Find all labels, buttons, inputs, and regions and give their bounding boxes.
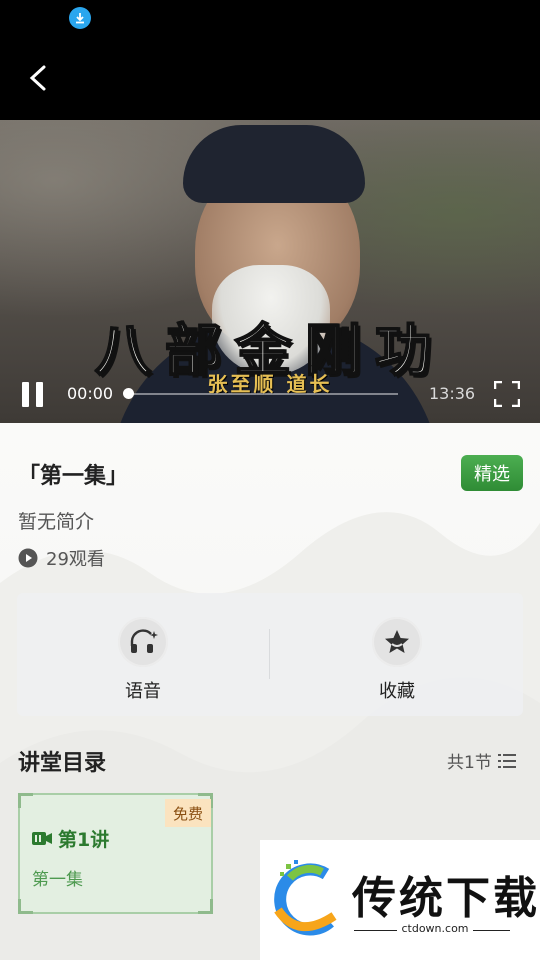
free-badge: 免费 xyxy=(165,799,211,827)
watermark: 传统下载 ctdown.com xyxy=(260,840,540,960)
catalog-count[interactable]: 共1节 xyxy=(447,748,516,773)
favorite-label: 收藏 xyxy=(379,681,415,702)
top-bar xyxy=(0,0,540,120)
favorite-button[interactable]: 收藏 xyxy=(337,617,457,703)
total-time: 13:36 xyxy=(429,384,476,403)
corner-ornament xyxy=(18,793,33,808)
seek-handle[interactable] xyxy=(123,388,134,399)
fullscreen-icon xyxy=(493,380,521,408)
featured-tag: 精选 xyxy=(461,455,523,491)
view-count-text: 29观看 xyxy=(46,549,105,570)
video-camera-icon xyxy=(32,832,52,845)
fullscreen-button[interactable] xyxy=(493,380,521,408)
lesson-card[interactable]: 免费 第1讲 第一集 xyxy=(18,793,213,914)
chevron-left-icon xyxy=(29,65,46,91)
corner-ornament xyxy=(198,899,213,914)
play-circle-icon xyxy=(18,548,38,568)
catalog-title: 讲堂目录 xyxy=(18,751,107,776)
pause-button[interactable] xyxy=(22,382,44,407)
brand-text: 传统下载 xyxy=(352,873,540,924)
audio-label: 语音 xyxy=(125,681,161,702)
view-count: 29观看 xyxy=(18,545,105,571)
video-player[interactable]: 八部金刚功 张至顺 道长 00:00 13:36 xyxy=(0,120,540,423)
lesson-name: 第1讲 xyxy=(32,825,109,852)
pause-icon xyxy=(22,382,29,407)
list-icon xyxy=(497,753,516,768)
audio-button[interactable]: 语音 xyxy=(83,617,203,703)
download-icon[interactable] xyxy=(69,7,91,29)
back-button[interactable] xyxy=(22,60,58,96)
corner-ornament xyxy=(18,899,33,914)
brand-url: ctdown.com xyxy=(260,922,540,935)
action-card: 语音 收藏 xyxy=(17,593,523,716)
star-icon xyxy=(372,617,422,667)
action-divider xyxy=(269,629,270,679)
lesson-subtitle: 第一集 xyxy=(32,870,83,890)
episode-title: 「第一集」 xyxy=(18,464,129,489)
lesson-name-text: 第1讲 xyxy=(58,829,110,851)
video-person-hat xyxy=(183,125,365,203)
current-time: 00:00 xyxy=(67,384,114,403)
player-controls: 00:00 13:36 xyxy=(0,374,540,414)
episode-description: 暂无简介 xyxy=(18,511,95,533)
headphones-icon xyxy=(118,617,168,667)
seek-bar[interactable] xyxy=(128,393,398,395)
catalog-count-text: 共1节 xyxy=(447,753,492,773)
